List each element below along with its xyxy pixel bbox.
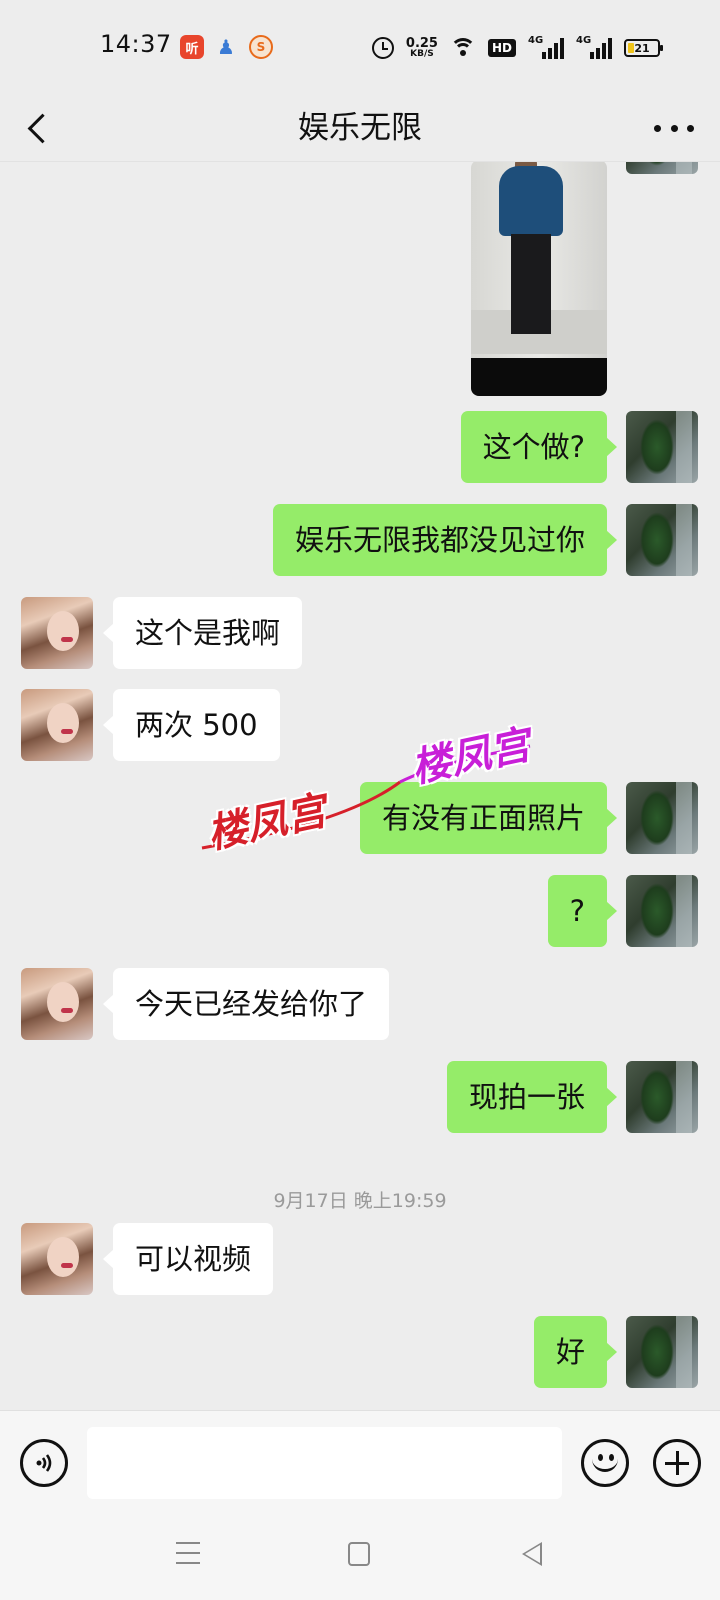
contact-message-bubble[interactable]: 两次 500 (103, 689, 280, 761)
contact-message-bubble[interactable]: 今天已经发给你了 (102, 968, 390, 1040)
wifi-icon (449, 38, 476, 58)
sogou-icon: S (249, 35, 273, 59)
contact-avatar[interactable] (21, 968, 93, 1040)
my-message-bubble[interactable]: 现拍一张 (446, 1061, 618, 1133)
network-speed: 0.25 KB/S (406, 37, 438, 59)
contact-avatar[interactable] (21, 597, 93, 669)
contact-avatar[interactable] (21, 689, 93, 761)
signal-icon: 4G (528, 35, 564, 59)
my-avatar[interactable] (626, 504, 698, 576)
chat-header: 娱乐无限 (0, 96, 720, 162)
emoji-button[interactable] (581, 1439, 629, 1487)
my-message-bubble[interactable]: 娱乐无限我都没见过你 (272, 504, 618, 576)
menu-icon[interactable] (176, 1542, 200, 1564)
my-avatar[interactable] (626, 162, 698, 174)
chat-title: 娱乐无限 (298, 110, 422, 146)
my-avatar[interactable] (626, 1316, 698, 1388)
contact-message-bubble[interactable]: 这个是我啊 (102, 597, 303, 669)
my-message-bubble[interactable]: ? (547, 875, 618, 947)
status-bar: 14:37 听 ♟ S 0.25 KB/S HD 4G 4G 21 (0, 0, 720, 96)
more-options-button[interactable] (654, 116, 694, 140)
message-timestamp: 9月17日 晚上19:59 (273, 1190, 447, 1212)
my-avatar[interactable] (626, 875, 698, 947)
message-list[interactable]: 这个做? 娱乐无限我都没见过你 这个是我啊 两次 500 有没有正面照片 ? 今… (0, 162, 720, 1410)
alarm-icon (371, 37, 394, 59)
contact-avatar[interactable] (21, 1223, 93, 1295)
listen-app-icon: 听 (180, 35, 204, 59)
image-message[interactable] (471, 162, 607, 396)
status-indicators: 0.25 KB/S HD 4G 4G 21 (371, 32, 663, 64)
net-speed-unit: KB/S (410, 49, 434, 59)
my-avatar[interactable] (626, 782, 698, 854)
my-avatar[interactable] (626, 411, 698, 483)
voice-input-button[interactable] (20, 1439, 68, 1487)
input-bar (0, 1410, 720, 1516)
signal-label: 4G (528, 35, 544, 46)
my-message-bubble[interactable]: 好 (533, 1316, 618, 1388)
contact-message-bubble[interactable]: 可以视频 (102, 1223, 274, 1295)
hd-badge: HD (487, 39, 516, 57)
system-nav-bar (0, 1516, 720, 1600)
back-nav-icon[interactable] (522, 1542, 542, 1566)
battery-icon: 21 (624, 39, 663, 57)
qq-icon: ♟ (217, 35, 235, 59)
my-message-bubble[interactable]: 有没有正面照片 (359, 782, 618, 854)
emoji-icon (592, 1458, 618, 1472)
signal-icon: 4G (576, 35, 612, 59)
more-functions-button[interactable] (653, 1439, 701, 1487)
watermark-red: 楼凤宫 (203, 787, 331, 858)
status-time: 14:37 (100, 30, 172, 58)
battery-level: 21 (634, 41, 650, 55)
my-avatar[interactable] (626, 1061, 698, 1133)
message-input[interactable] (87, 1427, 562, 1499)
my-message-bubble[interactable]: 这个做? (460, 411, 618, 483)
voice-icon (36, 1454, 52, 1472)
signal-label: 4G (576, 35, 592, 46)
home-icon[interactable] (348, 1542, 370, 1566)
